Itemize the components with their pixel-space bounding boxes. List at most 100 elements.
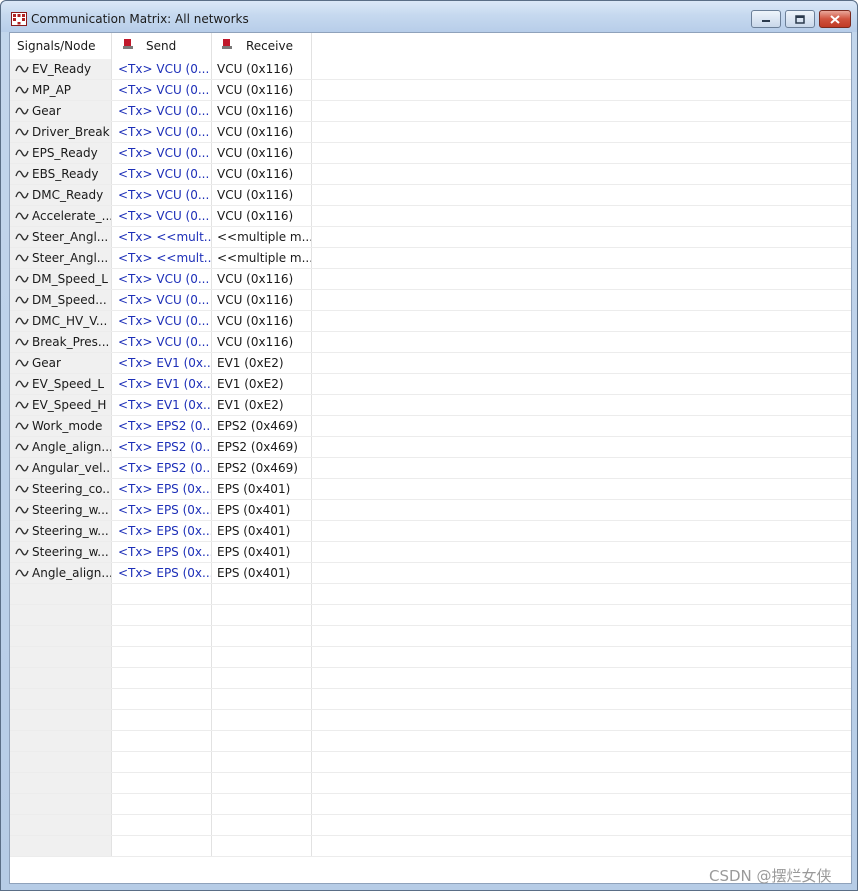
- table-row[interactable]: Gear <Tx> VCU (0... VCU (0x116): [10, 101, 851, 122]
- receive-cell[interactable]: EPS2 (0x469): [212, 416, 312, 436]
- signal-cell[interactable]: EV_Speed_H: [10, 395, 112, 415]
- signal-cell[interactable]: Work_mode: [10, 416, 112, 436]
- signal-cell[interactable]: Steering_w...: [10, 521, 112, 541]
- table-row[interactable]: Angular_vel... <Tx> EPS2 (0... EPS2 (0x469…: [10, 458, 851, 479]
- table-row[interactable]: Angle_align... <Tx> EPS (0x... EPS (0x401): [10, 563, 851, 584]
- signal-cell[interactable]: EV_Ready: [10, 59, 112, 79]
- table-row[interactable]: Accelerate_... <Tx> VCU (0... VCU (0x116): [10, 206, 851, 227]
- table-row[interactable]: Steering_w... <Tx> EPS (0x... EPS (0x401): [10, 521, 851, 542]
- receive-cell[interactable]: EPS2 (0x469): [212, 458, 312, 478]
- table-row[interactable]: EV_Speed_H <Tx> EV1 (0x... EV1 (0xE2): [10, 395, 851, 416]
- send-cell[interactable]: <Tx> EV1 (0x...: [112, 353, 212, 373]
- signal-cell[interactable]: Angle_align...: [10, 563, 112, 583]
- table-row[interactable]: EV_Ready <Tx> VCU (0... VCU (0x116): [10, 59, 851, 80]
- receive-cell[interactable]: VCU (0x116): [212, 290, 312, 310]
- send-cell[interactable]: <Tx> VCU (0...: [112, 164, 212, 184]
- minimize-button[interactable]: [751, 10, 781, 28]
- receive-cell[interactable]: VCU (0x116): [212, 122, 312, 142]
- close-button[interactable]: [819, 10, 851, 28]
- send-cell[interactable]: <Tx> EPS2 (0...: [112, 416, 212, 436]
- send-cell[interactable]: <Tx> EPS (0x...: [112, 500, 212, 520]
- send-cell[interactable]: <Tx> EPS (0x...: [112, 521, 212, 541]
- signal-cell[interactable]: MP_AP: [10, 80, 112, 100]
- send-cell[interactable]: <Tx> EPS2 (0...: [112, 437, 212, 457]
- receive-cell[interactable]: EPS (0x401): [212, 479, 312, 499]
- send-cell[interactable]: <Tx> <<mult...: [112, 248, 212, 268]
- receive-cell[interactable]: VCU (0x116): [212, 164, 312, 184]
- table-row[interactable]: DMC_Ready <Tx> VCU (0... VCU (0x116): [10, 185, 851, 206]
- send-cell[interactable]: <Tx> VCU (0...: [112, 59, 212, 79]
- send-cell[interactable]: <Tx> VCU (0...: [112, 80, 212, 100]
- signal-cell[interactable]: Accelerate_...: [10, 206, 112, 226]
- send-cell[interactable]: <Tx> VCU (0...: [112, 101, 212, 121]
- receive-cell[interactable]: VCU (0x116): [212, 332, 312, 352]
- signal-cell[interactable]: Steer_Angl...: [10, 227, 112, 247]
- table-row[interactable]: MP_AP <Tx> VCU (0... VCU (0x116): [10, 80, 851, 101]
- receive-cell[interactable]: EPS2 (0x469): [212, 437, 312, 457]
- table-row[interactable]: Steering_w... <Tx> EPS (0x... EPS (0x401): [10, 500, 851, 521]
- receive-cell[interactable]: EV1 (0xE2): [212, 395, 312, 415]
- table-row[interactable]: Steer_Angl... <Tx> <<mult... <<multiple m.…: [10, 248, 851, 269]
- table-row[interactable]: Gear <Tx> EV1 (0x... EV1 (0xE2): [10, 353, 851, 374]
- table-row[interactable]: DM_Speed... <Tx> VCU (0... VCU (0x116): [10, 290, 851, 311]
- receive-cell[interactable]: EV1 (0xE2): [212, 374, 312, 394]
- receive-cell[interactable]: EPS (0x401): [212, 542, 312, 562]
- receive-cell[interactable]: EPS (0x401): [212, 563, 312, 583]
- send-cell[interactable]: <Tx> VCU (0...: [112, 311, 212, 331]
- signal-cell[interactable]: Steer_Angl...: [10, 248, 112, 268]
- receive-cell[interactable]: VCU (0x116): [212, 101, 312, 121]
- table-row[interactable]: Driver_Break <Tx> VCU (0... VCU (0x116): [10, 122, 851, 143]
- signal-cell[interactable]: EV_Speed_L: [10, 374, 112, 394]
- receive-cell[interactable]: VCU (0x116): [212, 80, 312, 100]
- column-header-receive[interactable]: Receive: [212, 33, 312, 59]
- signal-cell[interactable]: EBS_Ready: [10, 164, 112, 184]
- signal-cell[interactable]: Steering_w...: [10, 542, 112, 562]
- table-row[interactable]: EBS_Ready <Tx> VCU (0... VCU (0x116): [10, 164, 851, 185]
- send-cell[interactable]: <Tx> VCU (0...: [112, 185, 212, 205]
- table-row[interactable]: Steering_co... <Tx> EPS (0x... EPS (0x401): [10, 479, 851, 500]
- send-cell[interactable]: <Tx> EPS (0x...: [112, 542, 212, 562]
- receive-cell[interactable]: <<multiple m...: [212, 227, 312, 247]
- table-row[interactable]: Steer_Angl... <Tx> <<mult... <<multiple m.…: [10, 227, 851, 248]
- signal-cell[interactable]: Gear: [10, 353, 112, 373]
- table-row[interactable]: Steering_w... <Tx> EPS (0x... EPS (0x401): [10, 542, 851, 563]
- receive-cell[interactable]: EPS (0x401): [212, 521, 312, 541]
- receive-cell[interactable]: VCU (0x116): [212, 206, 312, 226]
- receive-cell[interactable]: EV1 (0xE2): [212, 353, 312, 373]
- send-cell[interactable]: <Tx> EPS2 (0...: [112, 458, 212, 478]
- table-row[interactable]: DM_Speed_L <Tx> VCU (0... VCU (0x116): [10, 269, 851, 290]
- table-row[interactable]: EV_Speed_L <Tx> EV1 (0x... EV1 (0xE2): [10, 374, 851, 395]
- send-cell[interactable]: <Tx> EV1 (0x...: [112, 374, 212, 394]
- receive-cell[interactable]: VCU (0x116): [212, 143, 312, 163]
- column-header-signals[interactable]: Signals/Node: [10, 33, 112, 59]
- send-cell[interactable]: <Tx> VCU (0...: [112, 290, 212, 310]
- table-row[interactable]: EPS_Ready <Tx> VCU (0... VCU (0x116): [10, 143, 851, 164]
- signal-cell[interactable]: DM_Speed_L: [10, 269, 112, 289]
- send-cell[interactable]: <Tx> VCU (0...: [112, 122, 212, 142]
- send-cell[interactable]: <Tx> VCU (0...: [112, 143, 212, 163]
- receive-cell[interactable]: VCU (0x116): [212, 311, 312, 331]
- send-cell[interactable]: <Tx> EV1 (0x...: [112, 395, 212, 415]
- title-bar[interactable]: Communication Matrix: All networks: [1, 1, 857, 32]
- signal-cell[interactable]: DMC_HV_V...: [10, 311, 112, 331]
- send-cell[interactable]: <Tx> <<mult...: [112, 227, 212, 247]
- send-cell[interactable]: <Tx> EPS (0x...: [112, 479, 212, 499]
- signal-cell[interactable]: Driver_Break: [10, 122, 112, 142]
- signal-cell[interactable]: DM_Speed...: [10, 290, 112, 310]
- receive-cell[interactable]: VCU (0x116): [212, 269, 312, 289]
- table-row[interactable]: Break_Pres... <Tx> VCU (0... VCU (0x116): [10, 332, 851, 353]
- table-row[interactable]: Work_mode <Tx> EPS2 (0... EPS2 (0x469): [10, 416, 851, 437]
- send-cell[interactable]: <Tx> VCU (0...: [112, 206, 212, 226]
- receive-cell[interactable]: <<multiple m...: [212, 248, 312, 268]
- signal-cell[interactable]: Gear: [10, 101, 112, 121]
- send-cell[interactable]: <Tx> VCU (0...: [112, 269, 212, 289]
- table-row[interactable]: DMC_HV_V... <Tx> VCU (0... VCU (0x116): [10, 311, 851, 332]
- signal-cell[interactable]: Angle_align...: [10, 437, 112, 457]
- signal-cell[interactable]: Steering_w...: [10, 500, 112, 520]
- signal-cell[interactable]: DMC_Ready: [10, 185, 112, 205]
- signal-cell[interactable]: Break_Pres...: [10, 332, 112, 352]
- receive-cell[interactable]: VCU (0x116): [212, 185, 312, 205]
- receive-cell[interactable]: EPS (0x401): [212, 500, 312, 520]
- signal-cell[interactable]: EPS_Ready: [10, 143, 112, 163]
- table-row[interactable]: Angle_align... <Tx> EPS2 (0... EPS2 (0x469…: [10, 437, 851, 458]
